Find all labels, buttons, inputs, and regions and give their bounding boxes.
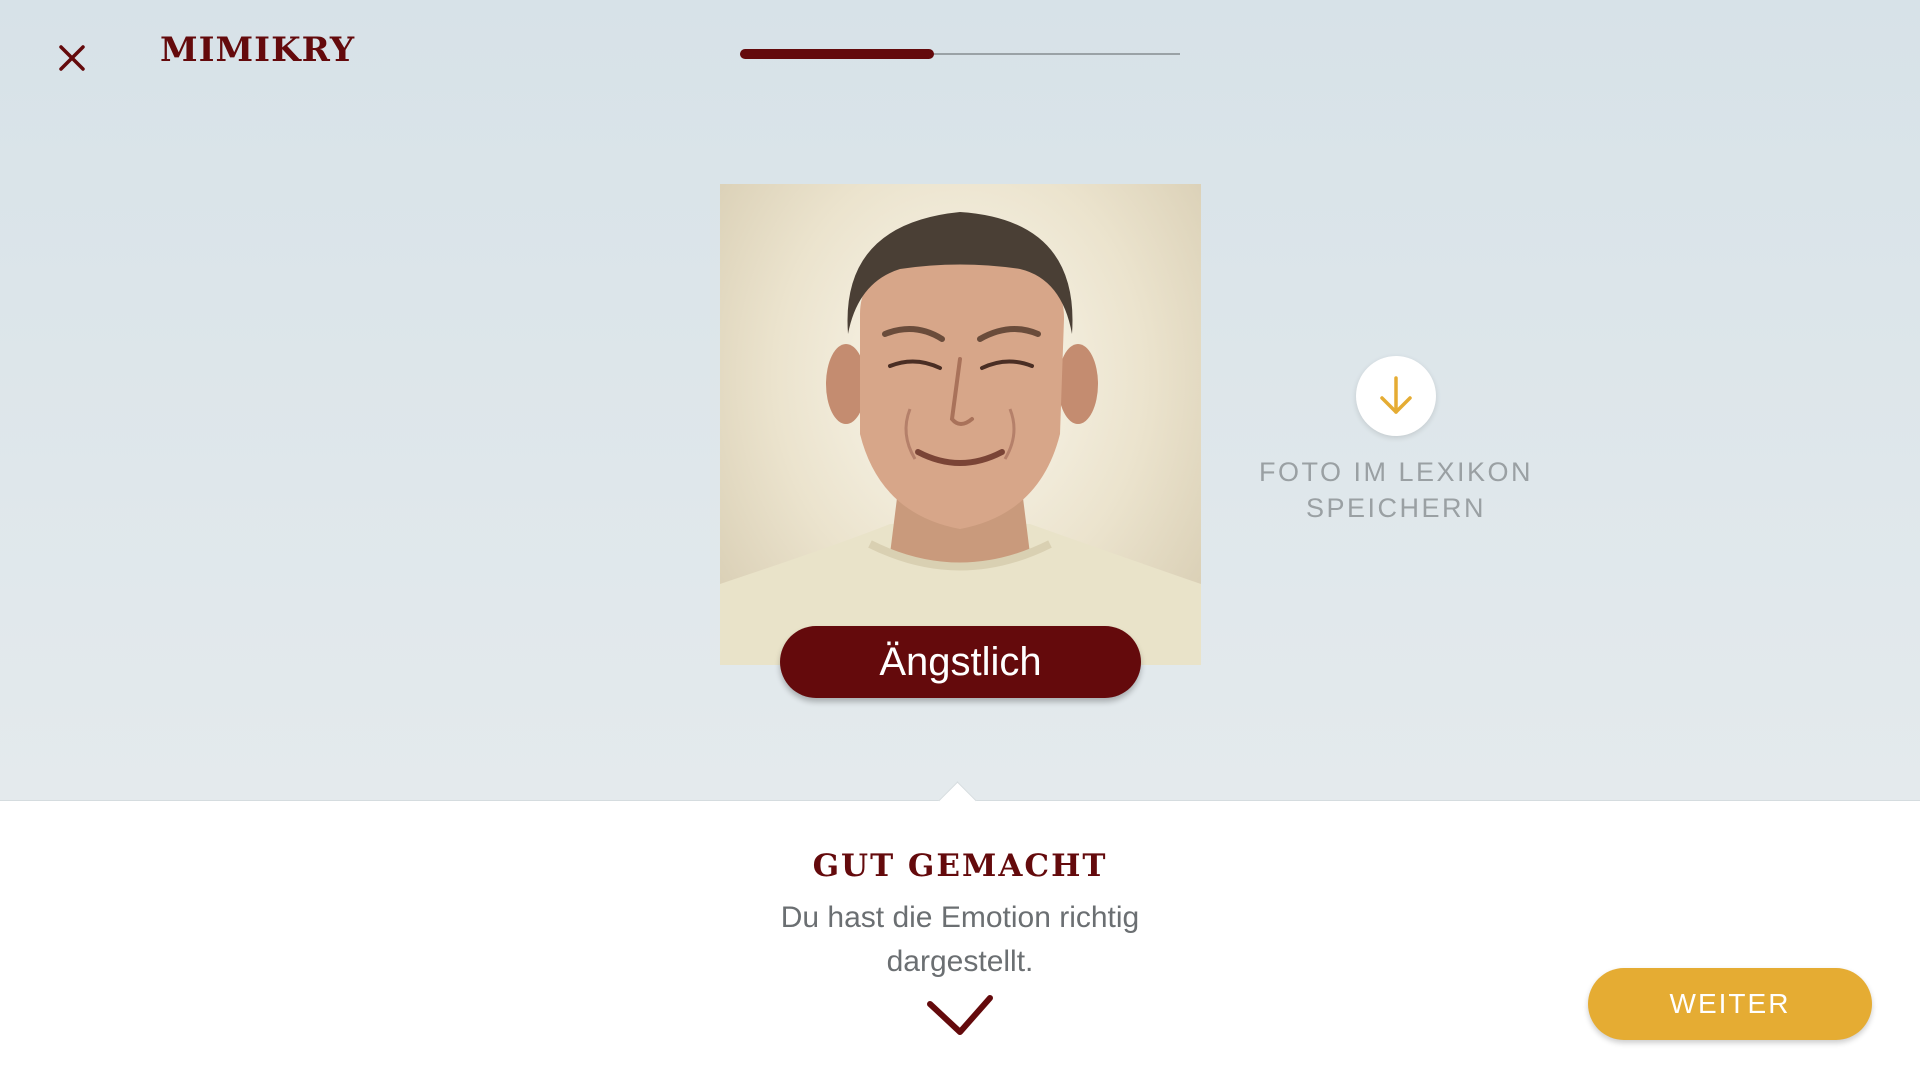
save-to-lexicon-label[interactable]: FOTO IM LEXIKON SPEICHERN <box>1226 454 1566 526</box>
feedback-message: Du hast die Emotion richtig dargestellt. <box>720 896 1200 984</box>
feedback-line2: dargestellt. <box>886 945 1034 978</box>
save-label-line1: FOTO IM LEXIKON <box>1258 457 1534 487</box>
feedback-title: GUT GEMACHT <box>812 848 1108 884</box>
close-button[interactable] <box>52 38 92 78</box>
emotion-label: Ängstlich <box>780 626 1141 698</box>
save-to-lexicon-button[interactable] <box>1356 356 1436 436</box>
save-label-line2: SPEICHERN <box>1305 493 1487 523</box>
close-icon <box>59 45 85 71</box>
checkmark-icon <box>924 988 996 1040</box>
arrow-down-icon <box>1380 376 1412 414</box>
next-button[interactable]: WEITER <box>1588 968 1872 1040</box>
feedback-line1: Du hast die Emotion richtig <box>780 901 1140 934</box>
captured-face-photo <box>720 184 1201 665</box>
progress-bar-fill <box>740 49 934 59</box>
app-title: MIMIKRY <box>160 30 356 70</box>
progress-bar <box>740 49 1180 59</box>
